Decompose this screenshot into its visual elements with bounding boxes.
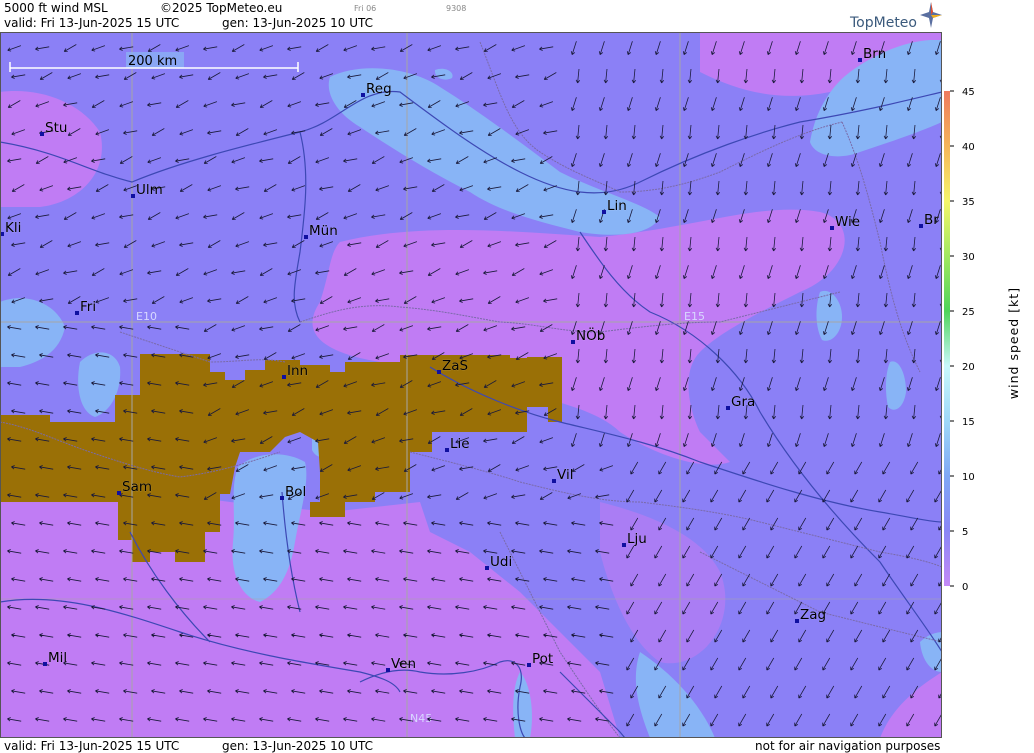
city-label: Reg [366, 81, 392, 97]
legend-band [944, 311, 950, 366]
grid-label-e10: E10 [136, 310, 157, 323]
legend-tick-label: 0 [962, 582, 968, 593]
wind-map[interactable]: E10 E15 N45 BrnRegStuUlmLinMünWie BrKliF… [0, 32, 942, 738]
legend-tick-label: 5 [962, 527, 968, 538]
city-marker [602, 210, 606, 214]
legend-band [944, 146, 950, 201]
city-nöb: NÖb [571, 326, 606, 344]
city-label: Kli [5, 220, 21, 236]
legend-color-bar [944, 91, 950, 586]
footer-disclaimer: not for air navigation purposes [755, 739, 941, 753]
legend-band [944, 201, 950, 256]
city-marker [386, 668, 390, 672]
legend-band [944, 476, 950, 531]
city-marker [552, 479, 556, 483]
city-label: Br [924, 212, 939, 228]
city-udi: Udi [485, 554, 512, 570]
city-brn: Brn [858, 46, 886, 62]
legend-tick-label: 30 [962, 252, 975, 263]
city-label: Sam [122, 479, 152, 495]
legend-tick-label: 45 [962, 87, 975, 98]
city-marker [571, 340, 575, 344]
legend-band [944, 256, 950, 311]
legend-tick-label: 40 [962, 142, 975, 153]
city-label: Gra [731, 394, 755, 410]
compass-star-icon [920, 2, 942, 28]
city-marker [445, 448, 449, 452]
scale-bar-label: 200 km [128, 54, 177, 69]
logo-text: TopMeteo [850, 15, 917, 31]
legend-tick-label: 35 [962, 197, 975, 208]
city-marker [117, 491, 121, 495]
legend-title: wind speed [kt] [1006, 287, 1021, 399]
footer-valid-time: valid: Fri 13-Jun-2025 15 UTC [4, 739, 180, 753]
city-label: Udi [490, 554, 512, 570]
grid-label-e15: E15 [684, 310, 705, 323]
city-marker [795, 619, 799, 623]
city-marker [43, 662, 47, 666]
city-label: Lie [450, 436, 470, 452]
product-title: 5000 ft wind MSL [4, 1, 108, 15]
city-marker [131, 194, 135, 198]
city-label: Brn [863, 46, 886, 62]
city-marker [726, 406, 730, 410]
city-wie: Wie [830, 214, 860, 230]
header-small-day: Fri 06 [354, 4, 377, 13]
legend-tick-label: 15 [962, 417, 975, 428]
legend-tick-label: 10 [962, 472, 975, 483]
city-marker [919, 224, 923, 228]
city-marker [75, 311, 79, 315]
city-marker [361, 93, 365, 97]
city-label: Pot [532, 651, 553, 667]
city-marker [437, 370, 441, 374]
legend-band [944, 531, 950, 586]
city-label: Zag [800, 607, 826, 623]
copyright: ©2025 TopMeteo.eu [160, 1, 283, 15]
header-small-code: 9308 [446, 4, 467, 13]
city-label: ZaS [442, 358, 468, 374]
legend-band [944, 366, 950, 421]
wind-speed-legend: 45 40 35 30 25 20 15 10 5 0 wind speed [kt] [942, 0, 1034, 753]
city-label: Ven [391, 656, 416, 672]
city-label: Mil [48, 650, 67, 666]
city-label: Bol [285, 484, 306, 500]
legend-tick-label: 25 [962, 307, 975, 318]
city-ulm: Ulm [131, 182, 163, 198]
city-label: Mün [309, 223, 338, 239]
city-label: NÖb [576, 326, 605, 344]
city-sam: Sam [117, 479, 152, 495]
city-label: Lju [627, 531, 647, 547]
city-label: Wie [835, 214, 860, 230]
city-gra: Gra [726, 394, 756, 410]
generated-time: gen: 13-Jun-2025 10 UTC [222, 16, 374, 30]
city-label: Fri [80, 299, 96, 315]
city-marker [304, 235, 308, 239]
city-label: Stu [45, 120, 67, 136]
city-zag: Zag [795, 607, 826, 623]
city-marker [527, 663, 531, 667]
city-marker [622, 543, 626, 547]
city-stu: Stu [40, 120, 68, 136]
footer-generated-time: gen: 13-Jun-2025 10 UTC [222, 739, 374, 753]
city-ven: Ven [386, 656, 416, 672]
city-label: Ulm [136, 182, 163, 198]
city-label: Lin [607, 198, 627, 214]
city-marker [830, 226, 834, 230]
legend-band [944, 421, 950, 476]
city-marker [282, 375, 286, 379]
city-marker [485, 566, 489, 570]
city-reg: Reg [361, 81, 392, 97]
legend-band [944, 91, 950, 146]
city-mün: Mün [304, 223, 338, 239]
city-marker [858, 58, 862, 62]
city-zas: ZaS [437, 358, 468, 374]
legend-tick-label: 20 [962, 362, 975, 373]
city-label: Inn [287, 363, 308, 379]
city-marker [280, 496, 284, 500]
city-label: Vil [557, 467, 573, 483]
city-marker [40, 132, 44, 136]
valid-time: valid: Fri 13-Jun-2025 15 UTC [4, 16, 180, 30]
